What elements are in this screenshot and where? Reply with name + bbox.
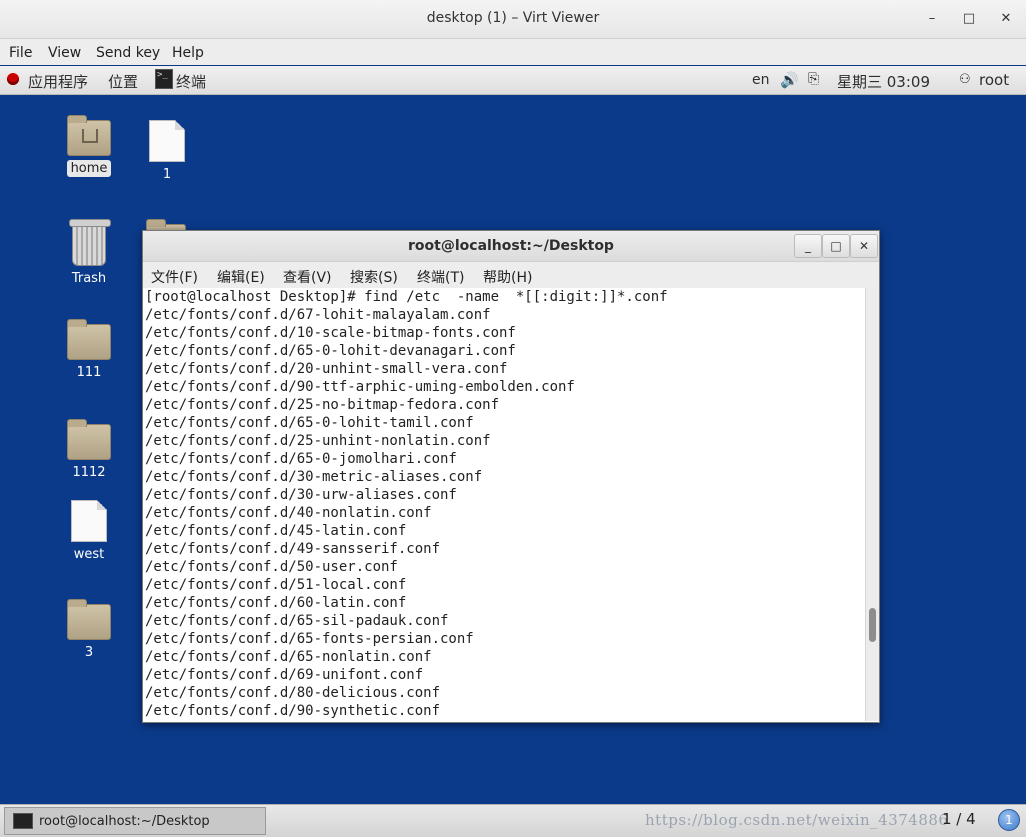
terminal-output-line: /etc/fonts/conf.d/65-0-lohit-devanagari.… <box>145 343 516 359</box>
terminal-output-line: /etc/fonts/conf.d/30-metric-aliases.conf <box>145 469 483 485</box>
terminal-menu-help[interactable]: 帮助(H) <box>483 267 532 287</box>
menu-help[interactable]: Help <box>172 45 204 61</box>
top-panel: 应用程序 位置 >_ 终端 en 🔊 ⎘ 星期三 03:09 ⚇ root <box>0 66 1026 95</box>
terminal-menu-view[interactable]: 查看(V) <box>283 267 332 287</box>
terminal-title: root@localhost:~/Desktop <box>408 238 614 254</box>
menu-file[interactable]: File <box>9 45 32 61</box>
workspace-pager[interactable]: 1 / 4 <box>942 810 976 828</box>
terminal-menu-file[interactable]: 文件(F) <box>151 267 198 287</box>
desktop-icon-1112[interactable]: 1112 <box>54 419 124 481</box>
terminal-output-line: /etc/fonts/conf.d/67-lohit-malayalam.con… <box>145 307 491 323</box>
taskbar-window-terminal[interactable]: root@localhost:~/Desktop <box>4 807 266 835</box>
home-folder-icon <box>67 115 111 156</box>
terminal-icon <box>13 813 33 829</box>
terminal-maximize-button[interactable]: □ <box>822 234 850 258</box>
terminal-output-line: /etc/fonts/conf.d/45-latin.conf <box>145 523 407 539</box>
terminal-menu-terminal[interactable]: 终端(T) <box>417 267 464 287</box>
viewer-title: desktop (1) – Virt Viewer <box>426 10 600 26</box>
terminal-output-line: /etc/fonts/conf.d/90-ttf-arphic-uming-em… <box>145 379 575 395</box>
trash-icon <box>69 219 111 266</box>
applications-menu[interactable]: 应用程序 <box>28 71 88 92</box>
desktop-icon-label: west <box>73 547 105 562</box>
watermark: https://blog.csdn.net/weixin_4374886 <box>645 811 949 829</box>
terminal-output-line: /etc/fonts/conf.d/69-unifont.conf <box>145 667 424 683</box>
terminal-output-line: /etc/fonts/conf.d/65-nonlatin.conf <box>145 649 432 665</box>
menu-view[interactable]: View <box>48 45 81 61</box>
terminal-scrollbar[interactable] <box>865 288 879 721</box>
desktop-icon-label: 3 <box>84 645 94 660</box>
terminal-window: root@localhost:~/Desktop _ □ ✕ 文件(F) 编辑(… <box>142 230 880 723</box>
minimize-button[interactable]: – <box>921 9 943 29</box>
speaker-icon[interactable]: 🔊 <box>780 71 799 89</box>
terminal-output-line: /etc/fonts/conf.d/60-latin.conf <box>145 595 407 611</box>
scrollbar-thumb[interactable] <box>869 608 876 642</box>
folder-icon <box>67 419 111 460</box>
desktop-icon-label: 1112 <box>72 465 106 480</box>
file-icon <box>149 120 185 162</box>
terminal-icon: >_ <box>155 69 173 89</box>
terminal-task-label[interactable]: 终端 <box>176 71 206 92</box>
user-icon: ⚇ <box>959 72 971 87</box>
terminal-output-line: /etc/fonts/conf.d/20-unhint-small-vera.c… <box>145 361 508 377</box>
clock[interactable]: 星期三 03:09 <box>837 71 930 92</box>
terminal-output-line: /etc/fonts/conf.d/25-no-bitmap-fedora.co… <box>145 397 500 413</box>
terminal-output-line: /etc/fonts/conf.d/10-scale-bitmap-fonts.… <box>145 325 516 341</box>
terminal-output-line: /etc/fonts/conf.d/49-sansserif.conf <box>145 541 441 557</box>
desktop-icon-west[interactable]: west <box>54 500 124 563</box>
folder-icon <box>67 599 111 640</box>
taskbar-window-label: root@localhost:~/Desktop <box>39 814 210 829</box>
language-indicator[interactable]: en <box>752 72 770 88</box>
close-button[interactable]: ✕ <box>995 9 1017 29</box>
terminal-output-line: /etc/fonts/conf.d/50-user.conf <box>145 559 398 575</box>
user-menu[interactable]: root <box>979 71 1009 89</box>
terminal-command-line: [root@localhost Desktop]# find /etc -nam… <box>145 289 668 305</box>
terminal-output[interactable]: [root@localhost Desktop]# find /etc -nam… <box>143 288 865 721</box>
terminal-output-line: /etc/fonts/conf.d/30-urw-aliases.conf <box>145 487 457 503</box>
viewer-menubar: File View Send key Help <box>0 39 1026 65</box>
terminal-minimize-button[interactable]: _ <box>794 234 822 258</box>
workspace-indicator-button[interactable]: 1 <box>998 809 1020 831</box>
terminal-output-line: /etc/fonts/conf.d/90-synthetic.conf <box>145 703 441 719</box>
menu-send-key[interactable]: Send key <box>96 45 160 61</box>
desktop-icon-home[interactable]: home <box>54 115 124 177</box>
folder-icon <box>67 319 111 360</box>
desktop-icon-label: 1 <box>162 167 172 182</box>
maximize-button[interactable]: □ <box>958 9 980 29</box>
terminal-output-line: /etc/fonts/conf.d/65-sil-padauk.conf <box>145 613 449 629</box>
desktop-icon-label: 111 <box>76 365 102 380</box>
desktop-icon-trash[interactable]: Trash <box>54 219 124 287</box>
desktop-icon-3[interactable]: 3 <box>54 599 124 661</box>
terminal-menu-edit[interactable]: 编辑(E) <box>217 267 265 287</box>
file-icon <box>71 500 107 542</box>
places-menu[interactable]: 位置 <box>108 71 138 92</box>
terminal-menubar: 文件(F) 编辑(E) 查看(V) 搜索(S) 终端(T) 帮助(H) <box>143 262 879 288</box>
viewer-titlebar: desktop (1) – Virt Viewer – □ ✕ <box>0 0 1026 39</box>
desktop-icon-label: home <box>66 160 112 177</box>
terminal-output-line: /etc/fonts/conf.d/65-0-lohit-tamil.conf <box>145 415 474 431</box>
desktop-icon-1[interactable]: 1 <box>132 120 202 183</box>
terminal-output-line: /etc/fonts/conf.d/25-unhint-nonlatin.con… <box>145 433 491 449</box>
terminal-titlebar: root@localhost:~/Desktop _ □ ✕ <box>143 231 879 262</box>
desktop-icon-label: Trash <box>71 271 107 286</box>
terminal-output-line: /etc/fonts/conf.d/65-fonts-persian.conf <box>145 631 474 647</box>
terminal-close-button[interactable]: ✕ <box>850 234 878 258</box>
terminal-output-line: /etc/fonts/conf.d/51-local.conf <box>145 577 407 593</box>
terminal-menu-search[interactable]: 搜索(S) <box>350 267 398 287</box>
desktop-icon-111[interactable]: 111 <box>54 319 124 381</box>
bottom-taskbar: root@localhost:~/Desktop https://blog.cs… <box>0 804 1026 837</box>
terminal-output-line: /etc/fonts/conf.d/40-nonlatin.conf <box>145 505 432 521</box>
redhat-icon <box>7 73 19 85</box>
terminal-output-line: /etc/fonts/conf.d/65-0-jomolhari.conf <box>145 451 457 467</box>
terminal-output-line: /etc/fonts/conf.d/80-delicious.conf <box>145 685 441 701</box>
network-icon[interactable]: ⎘ <box>808 71 819 87</box>
